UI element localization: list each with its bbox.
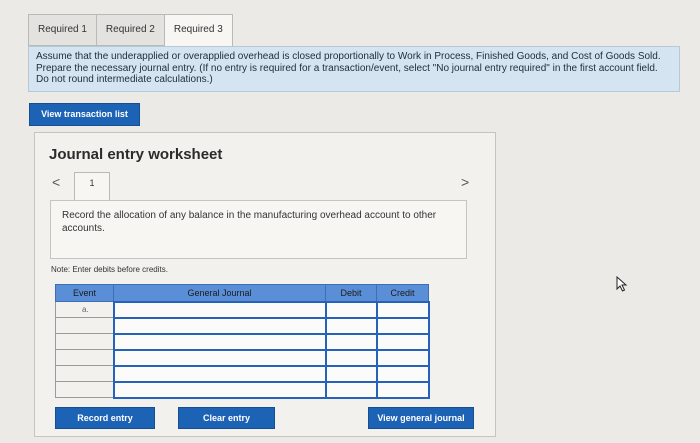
entry-page-tab[interactable]: 1 [74, 172, 110, 200]
event-cell [55, 317, 114, 334]
tab-required-2[interactable]: Required 2 [95, 14, 165, 46]
worksheet-title: Journal entry worksheet [49, 146, 223, 163]
header-debit: Debit [325, 284, 377, 302]
tab-bar: Required 1 Required 2 Required 3 [28, 14, 233, 47]
account-select[interactable] [112, 364, 327, 383]
debit-credit-note: Note: Enter debits before credits. [51, 265, 168, 274]
debit-input[interactable] [324, 300, 378, 319]
event-cell [55, 349, 114, 366]
credit-input[interactable] [375, 380, 430, 399]
event-cell: a. [55, 301, 114, 318]
account-select[interactable] [112, 316, 327, 335]
debit-input[interactable] [324, 332, 378, 351]
debit-input[interactable] [324, 348, 378, 367]
credit-input[interactable] [375, 300, 430, 319]
table-row [55, 380, 430, 399]
debit-input[interactable] [324, 364, 378, 383]
account-select[interactable] [112, 380, 327, 399]
credit-input[interactable] [375, 348, 430, 367]
clear-entry-button[interactable]: Clear entry [178, 407, 275, 429]
event-cell [55, 333, 114, 350]
table-row [55, 332, 430, 351]
instructions-text: Assume that the underapplied or overappl… [28, 46, 680, 92]
table-row: a. [55, 300, 430, 319]
table-row [55, 348, 430, 367]
chevron-left-icon[interactable]: < [52, 174, 60, 190]
debit-input[interactable] [324, 316, 378, 335]
header-credit: Credit [376, 284, 429, 302]
table-header-row: Event General Journal Debit Credit [55, 284, 429, 302]
table-row [55, 364, 430, 383]
account-select[interactable] [112, 300, 327, 319]
header-general-journal: General Journal [113, 284, 326, 302]
view-general-journal-button[interactable]: View general journal [368, 407, 474, 429]
mouse-cursor-icon [616, 276, 628, 292]
chevron-right-icon[interactable]: > [461, 174, 469, 190]
header-event: Event [55, 284, 114, 302]
tab-required-3[interactable]: Required 3 [163, 14, 233, 47]
debit-input[interactable] [324, 380, 378, 399]
event-cell [55, 381, 114, 398]
credit-input[interactable] [375, 364, 430, 383]
credit-input[interactable] [375, 316, 430, 335]
view-transaction-list-button[interactable]: View transaction list [29, 103, 140, 126]
tab-required-1[interactable]: Required 1 [28, 14, 97, 46]
table-row [55, 316, 430, 335]
account-select[interactable] [112, 348, 327, 367]
journal-entry-table: Event General Journal Debit Credit a. [55, 284, 430, 399]
credit-input[interactable] [375, 332, 430, 351]
event-cell [55, 365, 114, 382]
account-select[interactable] [112, 332, 327, 351]
entry-description: Record the allocation of any balance in … [50, 200, 467, 259]
record-entry-button[interactable]: Record entry [55, 407, 155, 429]
